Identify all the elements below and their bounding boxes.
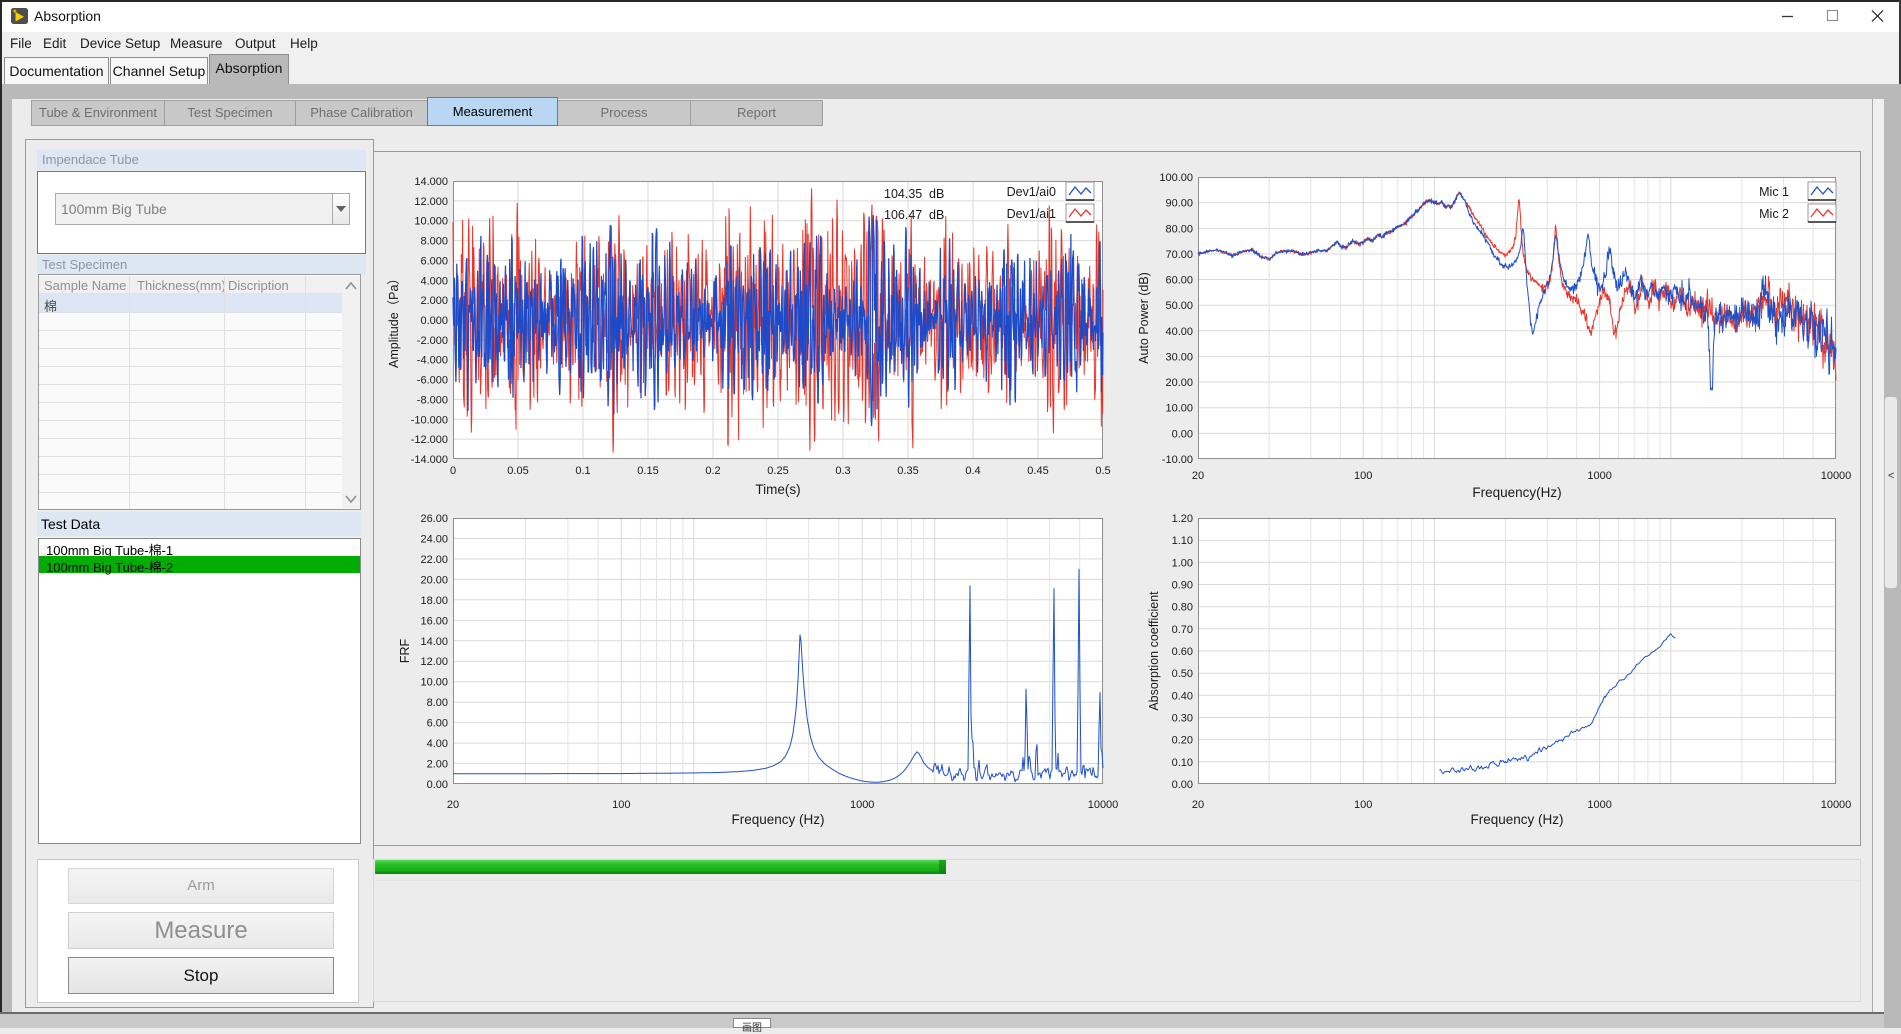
svg-text:2.00: 2.00 xyxy=(427,759,448,771)
svg-text:0.5: 0.5 xyxy=(1095,465,1110,477)
svg-text:1.00: 1.00 xyxy=(1172,557,1193,569)
svg-text:10000: 10000 xyxy=(1088,799,1119,811)
svg-text:1.20: 1.20 xyxy=(1172,513,1193,525)
svg-text:0.20: 0.20 xyxy=(1172,735,1193,747)
svg-text:dB: dB xyxy=(929,187,944,201)
svg-text:FRF: FRF xyxy=(398,638,412,663)
svg-text:0.50: 0.50 xyxy=(1172,668,1193,680)
svg-text:Frequency (Hz): Frequency (Hz) xyxy=(731,812,824,827)
svg-text:100: 100 xyxy=(1354,799,1372,811)
svg-text:0.05: 0.05 xyxy=(507,465,528,477)
svg-text:10.000: 10.000 xyxy=(414,216,448,228)
svg-text:10.00: 10.00 xyxy=(1165,403,1193,415)
svg-text:90.00: 90.00 xyxy=(1165,198,1193,210)
svg-text:0.000: 0.000 xyxy=(420,315,448,327)
svg-text:1000: 1000 xyxy=(850,799,874,811)
svg-text:0.4: 0.4 xyxy=(965,465,980,477)
svg-text:12.000: 12.000 xyxy=(414,196,448,208)
svg-text:14.000: 14.000 xyxy=(414,176,448,188)
svg-text:20: 20 xyxy=(1192,470,1204,482)
svg-text:100: 100 xyxy=(1354,470,1372,482)
svg-text:0.2: 0.2 xyxy=(705,465,720,477)
svg-text:0.00: 0.00 xyxy=(1172,779,1193,791)
svg-text:-2.000: -2.000 xyxy=(417,335,448,347)
svg-text:100: 100 xyxy=(612,799,630,811)
svg-text:8.00: 8.00 xyxy=(427,697,448,709)
svg-text:Dev1/ai0: Dev1/ai0 xyxy=(1007,185,1056,199)
svg-text:0.45: 0.45 xyxy=(1027,465,1048,477)
svg-text:80.00: 80.00 xyxy=(1165,223,1193,235)
svg-text:Amplitude（Pa）: Amplitude（Pa） xyxy=(387,272,401,368)
svg-text:24.00: 24.00 xyxy=(420,534,448,546)
svg-text:20.00: 20.00 xyxy=(1165,377,1193,389)
svg-text:4.000: 4.000 xyxy=(420,275,448,287)
svg-text:10000: 10000 xyxy=(1821,470,1852,482)
svg-text:106.47: 106.47 xyxy=(884,208,922,222)
svg-text:-4.000: -4.000 xyxy=(417,355,448,367)
svg-text:0.60: 0.60 xyxy=(1172,646,1193,658)
svg-text:1000: 1000 xyxy=(1587,799,1611,811)
svg-text:40.00: 40.00 xyxy=(1165,326,1193,338)
svg-text:1000: 1000 xyxy=(1587,470,1611,482)
svg-text:0.3: 0.3 xyxy=(835,465,850,477)
svg-text:-8.000: -8.000 xyxy=(417,394,448,406)
svg-text:-12.000: -12.000 xyxy=(411,434,448,446)
svg-text:30.00: 30.00 xyxy=(1165,352,1193,364)
svg-text:Absorption coefficient: Absorption coefficient xyxy=(1147,591,1161,711)
svg-text:0.30: 0.30 xyxy=(1172,713,1193,725)
svg-text:0.10: 0.10 xyxy=(1172,757,1193,769)
svg-text:20.00: 20.00 xyxy=(420,574,448,586)
svg-text:26.00: 26.00 xyxy=(420,513,448,525)
svg-text:0.25: 0.25 xyxy=(767,465,788,477)
svg-text:0.00: 0.00 xyxy=(427,779,448,791)
svg-text:4.00: 4.00 xyxy=(427,738,448,750)
svg-text:14.00: 14.00 xyxy=(420,636,448,648)
svg-text:-10.000: -10.000 xyxy=(411,414,448,426)
svg-text:0.90: 0.90 xyxy=(1172,580,1193,592)
svg-text:20: 20 xyxy=(1192,799,1204,811)
svg-text:20: 20 xyxy=(447,799,459,811)
svg-text:Frequency(Hz): Frequency(Hz) xyxy=(1472,485,1561,500)
svg-text:6.00: 6.00 xyxy=(427,718,448,730)
svg-text:1.10: 1.10 xyxy=(1172,535,1193,547)
svg-text:2.000: 2.000 xyxy=(420,295,448,307)
svg-text:100.00: 100.00 xyxy=(1159,172,1193,184)
svg-text:0.1: 0.1 xyxy=(575,465,590,477)
svg-text:10.00: 10.00 xyxy=(420,677,448,689)
svg-text:0: 0 xyxy=(450,465,456,477)
svg-text:70.00: 70.00 xyxy=(1165,249,1193,261)
svg-text:-10.00: -10.00 xyxy=(1162,454,1193,466)
svg-text:dB: dB xyxy=(929,208,944,222)
svg-text:60.00: 60.00 xyxy=(1165,275,1193,287)
svg-text:18.00: 18.00 xyxy=(420,595,448,607)
svg-text:Dev1/ai1: Dev1/ai1 xyxy=(1007,207,1056,221)
svg-text:50.00: 50.00 xyxy=(1165,300,1193,312)
svg-text:16.00: 16.00 xyxy=(420,615,448,627)
svg-text:0.15: 0.15 xyxy=(637,465,658,477)
svg-text:0.40: 0.40 xyxy=(1172,690,1193,702)
svg-text:8.000: 8.000 xyxy=(420,236,448,248)
svg-text:104.35: 104.35 xyxy=(884,187,922,201)
svg-text:Frequency (Hz): Frequency (Hz) xyxy=(1470,812,1563,827)
svg-text:Mic 1: Mic 1 xyxy=(1759,185,1789,199)
svg-text:0.35: 0.35 xyxy=(897,465,918,477)
svg-text:0.80: 0.80 xyxy=(1172,602,1193,614)
svg-text:Mic 2: Mic 2 xyxy=(1759,207,1789,221)
svg-text:-6.000: -6.000 xyxy=(417,375,448,387)
svg-text:Auto Power (dB): Auto Power (dB) xyxy=(1137,272,1151,364)
svg-text:-14.000: -14.000 xyxy=(411,454,448,466)
svg-text:10000: 10000 xyxy=(1821,799,1852,811)
svg-text:0.70: 0.70 xyxy=(1172,624,1193,636)
svg-text:0.00: 0.00 xyxy=(1172,428,1193,440)
svg-text:12.00: 12.00 xyxy=(420,656,448,668)
svg-text:Time(s): Time(s) xyxy=(755,482,800,497)
svg-text:22.00: 22.00 xyxy=(420,554,448,566)
svg-text:6.000: 6.000 xyxy=(420,255,448,267)
